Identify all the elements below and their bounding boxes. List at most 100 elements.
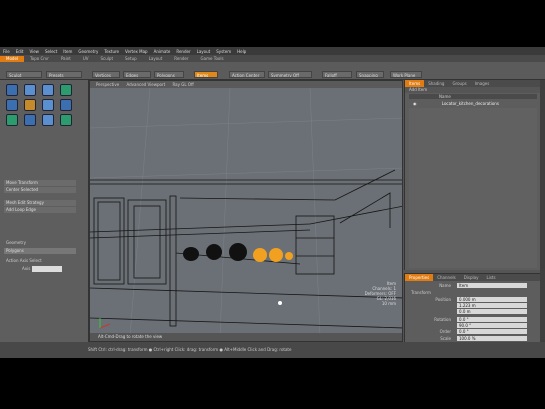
items-list-header: Name [409, 94, 537, 99]
falloff-dropdown[interactable]: Falloff [322, 71, 352, 78]
orange-pot-1[interactable] [253, 248, 267, 262]
3d-viewport[interactable]: Perspective Advanced Viewport Ray GL Off [89, 80, 403, 342]
rotation-x-field[interactable]: 0.0 ° [457, 317, 527, 322]
properties-panel-tabs: Properties Channels Display Lists [405, 274, 541, 281]
vertices-mode-button[interactable]: Vertices [92, 71, 120, 78]
center-selected-row[interactable]: Center Selected [4, 187, 76, 193]
cube-tool-icon[interactable] [24, 114, 36, 126]
item-name: Locator_kitchen_decorations [441, 101, 499, 106]
cursor [278, 301, 282, 305]
item-row[interactable]: ◉ Locator_kitchen_decorations [409, 101, 537, 107]
menu-item[interactable]: Item [60, 49, 75, 54]
move-tool-icon[interactable] [6, 84, 18, 96]
rotation-y-field[interactable]: 90.0 ° [457, 323, 527, 328]
menu-vertex-map[interactable]: Vertex Map [122, 49, 151, 54]
view-type-dropdown[interactable]: Perspective [96, 82, 119, 87]
move-transform-row[interactable]: Move Transform [4, 180, 76, 186]
black-pot-3[interactable] [229, 243, 247, 261]
tab-items[interactable]: Items [405, 80, 425, 87]
items-list-panel: Items Shading Groups Images Add Item Nam… [404, 80, 541, 270]
shading-mode-dropdown[interactable]: Advanced Viewport [126, 82, 165, 87]
tab-groups[interactable]: Groups [448, 80, 470, 87]
orange-pot-3[interactable] [285, 252, 293, 260]
menu-view[interactable]: View [26, 49, 42, 54]
polygons-mode-button[interactable]: Polygons [154, 71, 184, 78]
tab-images[interactable]: Images [471, 80, 494, 87]
order-label: Order [439, 329, 451, 334]
tab-display[interactable]: Display [460, 274, 483, 281]
menu-render[interactable]: Render [173, 49, 193, 54]
tab-properties[interactable]: Properties [405, 274, 434, 281]
viewport-header: Perspective Advanced Viewport Ray GL Off [90, 81, 402, 88]
modo-application-window: File Edit View Select Item Geometry Text… [0, 47, 545, 358]
extrude-tool-icon[interactable] [24, 99, 36, 111]
polygons-row[interactable]: Polygons [4, 248, 76, 254]
position-x-field[interactable]: 0.000 m [457, 297, 527, 302]
transform-tool-icon[interactable] [60, 84, 72, 96]
rotation-label: Rotation [434, 317, 451, 322]
menu-system[interactable]: System [213, 49, 234, 54]
kitchen-wireframe-scene[interactable] [90, 88, 403, 336]
bridge-tool-icon[interactable] [60, 99, 72, 111]
scale-x-field[interactable]: 100.0 % [457, 336, 527, 341]
mesh-edit-row[interactable]: Mesh Edit Strategy [4, 200, 76, 206]
right-scrollbar[interactable] [540, 80, 545, 342]
snapping-toggle[interactable]: Snapping [356, 71, 384, 78]
menu-edit[interactable]: Edit [13, 49, 27, 54]
bevel-tool-icon[interactable] [6, 99, 18, 111]
scale-label: Scale [440, 336, 451, 341]
visibility-eye-icon[interactable]: ◉ [413, 101, 417, 106]
action-axis-label: Action Axis Select [6, 258, 42, 263]
orange-pot-2[interactable] [269, 248, 283, 262]
menu-layout[interactable]: Layout [194, 49, 214, 54]
name-field[interactable]: Item [457, 283, 527, 288]
raygl-toggle[interactable]: Ray GL Off [172, 82, 193, 87]
axis-value-field[interactable] [32, 266, 62, 272]
black-pot-2[interactable] [206, 244, 222, 260]
status-bar: Shift Ctrl: ctrl-drag: transform ● Ctrl+… [0, 342, 545, 358]
viewport-footer-hint: Alt-Cmd-Drag to rotate the view [90, 333, 402, 341]
layout-tab-strip: Model Topo Crvr Paint UV Sculpt Setup La… [0, 55, 545, 62]
black-pot-1[interactable] [183, 247, 199, 261]
tab-channels[interactable]: Channels [433, 274, 460, 281]
main-toolbar: Sculpt Presets Vertices Edges Polygons I… [0, 62, 545, 80]
add-loop-row[interactable]: Add Loop Edge [4, 207, 76, 213]
symmetry-dropdown[interactable]: Symmetry Off [268, 71, 312, 78]
name-label: Name [439, 283, 451, 288]
scale-tool-icon[interactable] [42, 84, 54, 96]
items-list[interactable] [409, 108, 537, 268]
cylinder-tool-icon[interactable] [60, 114, 72, 126]
items-mode-button[interactable]: Items [194, 71, 218, 78]
axis-label: Axis [22, 266, 31, 271]
action-center-dropdown[interactable]: Action Center [229, 71, 265, 78]
menu-select[interactable]: Select [42, 49, 60, 54]
tab-shading[interactable]: Shading [424, 80, 448, 87]
menu-bar: File Edit View Select Item Geometry Text… [0, 47, 545, 55]
transform-section-label: Transform [411, 290, 431, 295]
presets-button[interactable]: Presets [46, 71, 82, 78]
add-item-dropdown[interactable]: Add Item [405, 87, 541, 93]
edges-mode-button[interactable]: Edges [123, 71, 151, 78]
position-z-field[interactable]: 0.0 m [457, 309, 527, 314]
pen-tool-icon[interactable] [6, 114, 18, 126]
loop-slice-tool-icon[interactable] [42, 99, 54, 111]
menu-file[interactable]: File [0, 49, 13, 54]
info-scale: 10 mm [381, 301, 396, 306]
position-y-field[interactable]: 1.223 m [457, 303, 527, 308]
rotate-tool-icon[interactable] [24, 84, 36, 96]
tool-panel: Move Transform Center Selected Mesh Edit… [0, 80, 89, 358]
items-panel-tabs: Items Shading Groups Images [405, 80, 541, 87]
work-plane-dropdown[interactable]: Work Plane [390, 71, 422, 78]
viewport-info-readout: Item Channels: 1 Deformers: OFF GL: 2,01… [365, 281, 396, 306]
name-column-header: Name [439, 94, 451, 99]
sphere-tool-icon[interactable] [42, 114, 54, 126]
tool-icon-grid [6, 84, 78, 126]
position-label: Position [435, 297, 451, 302]
order-field[interactable]: 0.0 ° [457, 329, 527, 334]
sculpt-button[interactable]: Sculpt [6, 71, 42, 78]
menu-animate[interactable]: Animate [151, 49, 174, 54]
tab-lists[interactable]: Lists [482, 274, 499, 281]
menu-texture[interactable]: Texture [101, 49, 122, 54]
menu-help[interactable]: Help [234, 49, 249, 54]
menu-geometry[interactable]: Geometry [75, 49, 101, 54]
